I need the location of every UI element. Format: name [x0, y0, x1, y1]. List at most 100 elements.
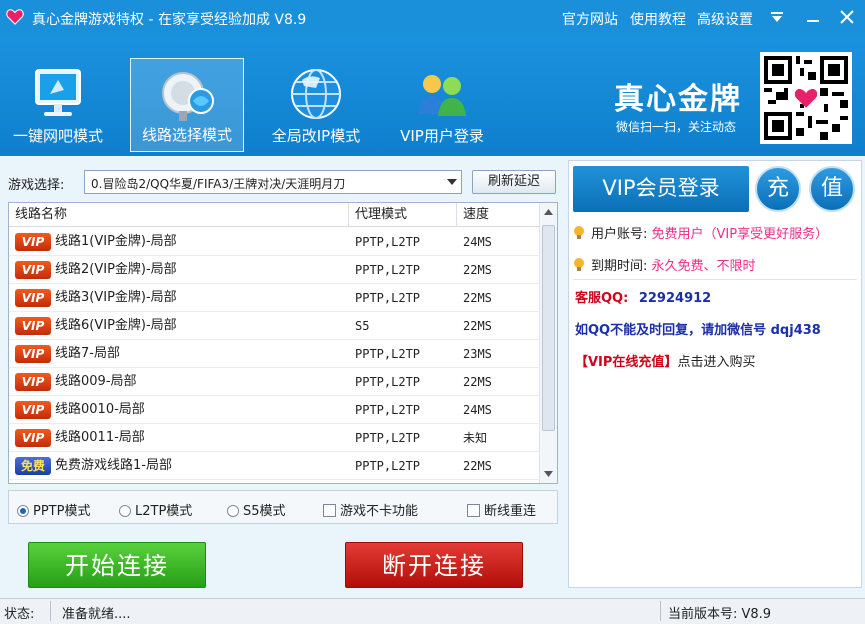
- vip-badge: VIP: [15, 233, 51, 251]
- expire-row: 到期时间: 永久免费、不限时: [573, 255, 756, 274]
- divider: [573, 279, 857, 280]
- recharge-button-1[interactable]: 充: [755, 166, 801, 212]
- route-speed: 24MS: [463, 403, 492, 417]
- route-speed: 22MS: [463, 375, 492, 389]
- column-header-name[interactable]: 线路名称: [9, 203, 349, 227]
- disconnect-button[interactable]: 断开连接: [345, 542, 523, 588]
- menu-dropdown-button[interactable]: [764, 4, 790, 30]
- mode-global-ip-button[interactable]: 全局改IP模式: [258, 58, 374, 152]
- recharge-button-2[interactable]: 值: [809, 166, 855, 212]
- monitor-icon: [35, 69, 81, 116]
- vip-badge: VIP: [15, 289, 51, 307]
- mode-vip-login-button[interactable]: VIP用户登录: [384, 58, 500, 152]
- expire-value: 永久免费、不限时: [651, 259, 756, 274]
- tutorial-link[interactable]: 使用教程: [630, 9, 686, 29]
- scroll-up-icon[interactable]: [544, 209, 553, 215]
- status-bar: 状态: 准备就绪.... 当前版本号: V8.9: [0, 598, 865, 624]
- route-speed: 22MS: [463, 459, 492, 473]
- radio-l2tp[interactable]: L2TP模式: [119, 500, 192, 519]
- mode-netcafe-button[interactable]: 一键网吧模式: [0, 58, 116, 152]
- minimize-button[interactable]: [800, 4, 826, 30]
- buy-online-text: 点击进入购买: [677, 355, 756, 370]
- scroll-thumb[interactable]: [542, 225, 555, 431]
- route-proxy-mode: PPTP,L2TP: [355, 431, 421, 445]
- table-row[interactable]: VIP 线路009-局部 PPTP,L2TP 22MS: [9, 368, 539, 396]
- route-speed: 22MS: [463, 291, 492, 305]
- start-connect-button[interactable]: 开始连接: [28, 542, 206, 588]
- radio-pptp[interactable]: PPTP模式: [17, 500, 90, 519]
- mode-header: 一键网吧模式 线路选择模式 全局改IP模式 VIP用户登录 真心金牌 微信扫一扫…: [0, 36, 865, 156]
- account-value: 免费用户（VIP享受更好服务）: [651, 227, 829, 242]
- checkbox-game-no-lag[interactable]: 游戏不卡功能: [323, 500, 418, 519]
- status-label: 状态:: [4, 607, 35, 622]
- heart-icon: [6, 9, 24, 25]
- route-name: 线路7-局部: [55, 346, 120, 361]
- route-name: 线路3(VIP金牌)-局部: [55, 290, 177, 305]
- mode-route-select-button[interactable]: 线路选择模式: [130, 58, 244, 152]
- users-icon: [418, 75, 466, 116]
- official-site-link[interactable]: 官方网站: [562, 9, 618, 29]
- table-row[interactable]: 免费 免费游戏线路1-局部 PPTP,L2TP 22MS: [9, 452, 539, 480]
- route-name: 线路009-局部: [55, 374, 137, 389]
- mode-label: VIP用户登录: [400, 127, 484, 145]
- route-speed: 未知: [463, 431, 488, 445]
- scroll-down-icon[interactable]: [544, 471, 553, 477]
- checkbox-box[interactable]: [467, 504, 480, 517]
- column-header-mode[interactable]: 代理模式: [349, 203, 457, 227]
- service-qq-number[interactable]: 22924912: [639, 291, 711, 306]
- route-list-header: 线路名称 代理模式 速度: [9, 203, 539, 227]
- lightbulb-icon: [574, 226, 584, 239]
- radio-button[interactable]: [17, 505, 29, 517]
- table-row[interactable]: VIP 线路7-局部 PPTP,L2TP 23MS: [9, 340, 539, 368]
- table-row[interactable]: VIP 线路3(VIP金牌)-局部 PPTP,L2TP 22MS: [9, 284, 539, 312]
- connection-options: PPTP模式 L2TP模式 S5模式 游戏不卡功能 断线重连: [8, 490, 558, 524]
- checkbox-box[interactable]: [323, 504, 336, 517]
- brand-title: 真心金牌: [614, 82, 742, 117]
- radio-button[interactable]: [119, 505, 131, 517]
- close-button[interactable]: [834, 4, 860, 30]
- service-qq-row: 客服QQ: 22924912: [575, 287, 711, 306]
- vip-badge: VIP: [15, 345, 51, 363]
- route-panel: 游戏选择: 0.冒险岛2/QQ华夏/FIFA3/王牌对决/天涯明月刀 刷新延迟 …: [0, 160, 565, 593]
- refresh-latency-button[interactable]: 刷新延迟: [472, 170, 556, 194]
- status-divider: [660, 601, 661, 621]
- vip-badge: VIP: [15, 261, 51, 279]
- route-name: 线路0011-局部: [55, 430, 145, 445]
- checkbox-auto-reconnect[interactable]: 断线重连: [467, 500, 536, 519]
- table-row[interactable]: VIP 线路0010-局部 PPTP,L2TP 24MS: [9, 396, 539, 424]
- route-speed: 22MS: [463, 263, 492, 277]
- account-label: 用户账号:: [591, 227, 648, 242]
- minimize-icon: [807, 20, 819, 22]
- free-badge: 免费: [15, 457, 51, 475]
- vip-badge: VIP: [15, 401, 51, 419]
- window-title: 真心金牌游戏特权 - 在家享受经验加成 V8.9: [32, 12, 307, 28]
- buy-online-tag: 【VIP在线充值】: [575, 355, 678, 370]
- mode-label: 线路选择模式: [141, 126, 232, 144]
- route-proxy-mode: PPTP,L2TP: [355, 263, 421, 277]
- checkbox-label: 游戏不卡功能: [340, 504, 419, 519]
- advanced-settings-link[interactable]: 高级设置: [697, 9, 753, 29]
- buy-online-link[interactable]: 【VIP在线充值】点击进入购买: [575, 351, 755, 370]
- route-name: 线路6(VIP金牌)-局部: [55, 318, 177, 333]
- route-list-scrollbar[interactable]: [539, 203, 557, 483]
- service-qq-label: 客服QQ:: [575, 291, 629, 306]
- table-row[interactable]: VIP 线路0011-局部 PPTP,L2TP 未知: [9, 424, 539, 452]
- route-proxy-mode: PPTP,L2TP: [355, 291, 421, 305]
- radio-button[interactable]: [227, 505, 239, 517]
- table-row[interactable]: VIP 线路1(VIP金牌)-局部 PPTP,L2TP 24MS: [9, 228, 539, 256]
- table-row[interactable]: VIP 线路2(VIP金牌)-局部 PPTP,L2TP 22MS: [9, 256, 539, 284]
- route-speed: 22MS: [463, 319, 492, 333]
- vip-member-login-button[interactable]: VIP会员登录: [573, 166, 749, 212]
- radio-s5[interactable]: S5模式: [227, 500, 286, 519]
- route-proxy-mode: PPTP,L2TP: [355, 459, 421, 473]
- checkbox-label: 断线重连: [484, 504, 537, 519]
- column-header-speed[interactable]: 速度: [457, 203, 539, 227]
- close-icon: [840, 10, 854, 24]
- account-panel: VIP会员登录 充 值 用户账号: 免费用户（VIP享受更好服务） 到期时间: …: [568, 160, 862, 588]
- title-bar: 真心金牌游戏特权 - 在家享受经验加成 V8.9 官方网站 使用教程 高级设置: [0, 0, 865, 36]
- route-proxy-mode: PPTP,L2TP: [355, 403, 421, 417]
- route-name: 线路0010-局部: [55, 402, 145, 417]
- game-select-dropdown[interactable]: 0.冒险岛2/QQ华夏/FIFA3/王牌对决/天涯明月刀: [84, 170, 462, 194]
- table-row[interactable]: VIP 线路6(VIP金牌)-局部 S5 22MS: [9, 312, 539, 340]
- globe-icon: [291, 69, 341, 119]
